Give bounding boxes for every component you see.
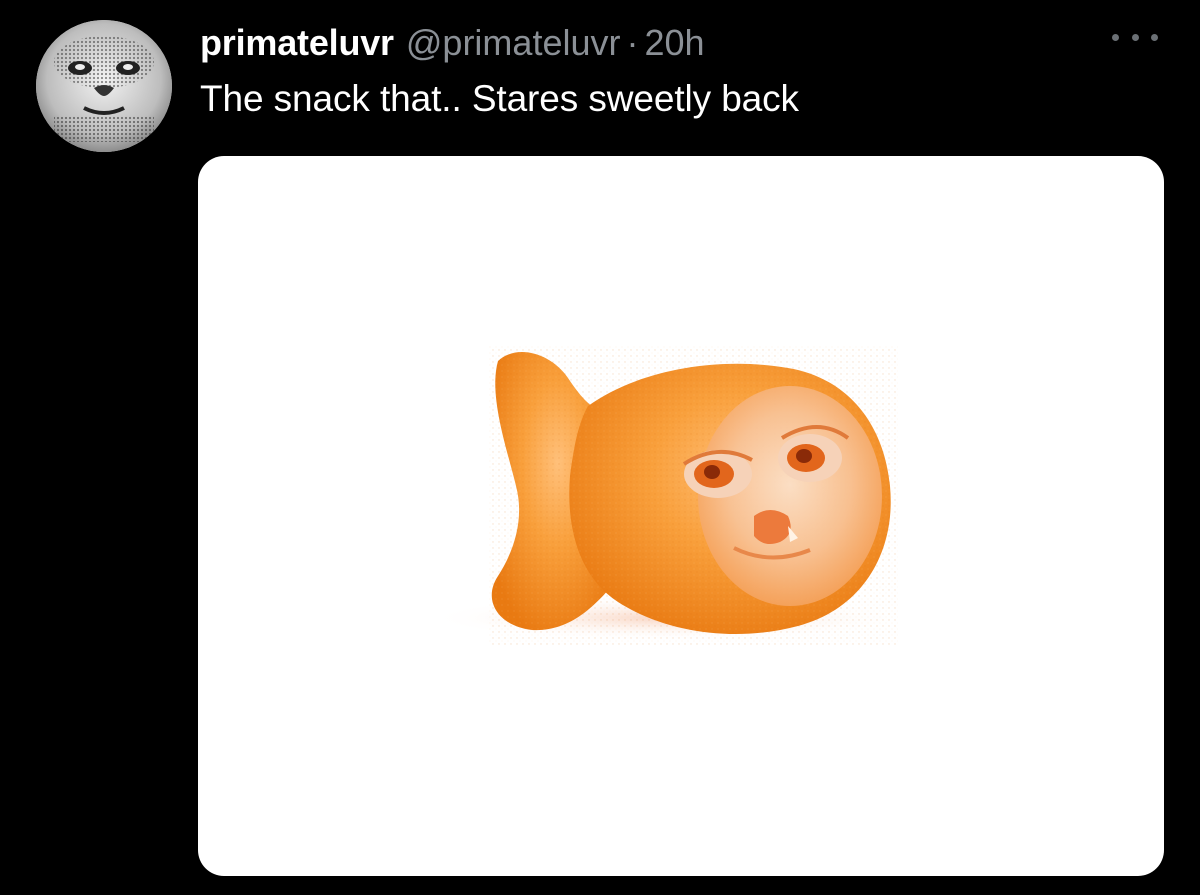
tweet-text: The snack that.. Stares sweetly back xyxy=(200,78,799,119)
timestamp[interactable]: 20h xyxy=(644,22,704,64)
separator-dot: · xyxy=(626,22,639,63)
more-horizontal-icon xyxy=(1151,33,1158,41)
display-name[interactable]: primateluvr xyxy=(200,22,394,64)
fish-cracker-image xyxy=(428,346,908,646)
more-options-button[interactable] xyxy=(1112,22,1158,52)
tweet-header: primateluvr @primateluvr · 20h xyxy=(200,22,705,66)
avatar[interactable] xyxy=(36,20,172,152)
more-horizontal-icon xyxy=(1131,33,1139,41)
tweet: primateluvr @primateluvr · 20h The snack… xyxy=(0,0,1200,895)
ape-face-avatar-icon xyxy=(36,20,172,152)
more-horizontal-icon xyxy=(1112,33,1119,41)
tweet-media[interactable] xyxy=(198,156,1164,876)
user-handle[interactable]: @primateluvr xyxy=(406,22,621,64)
